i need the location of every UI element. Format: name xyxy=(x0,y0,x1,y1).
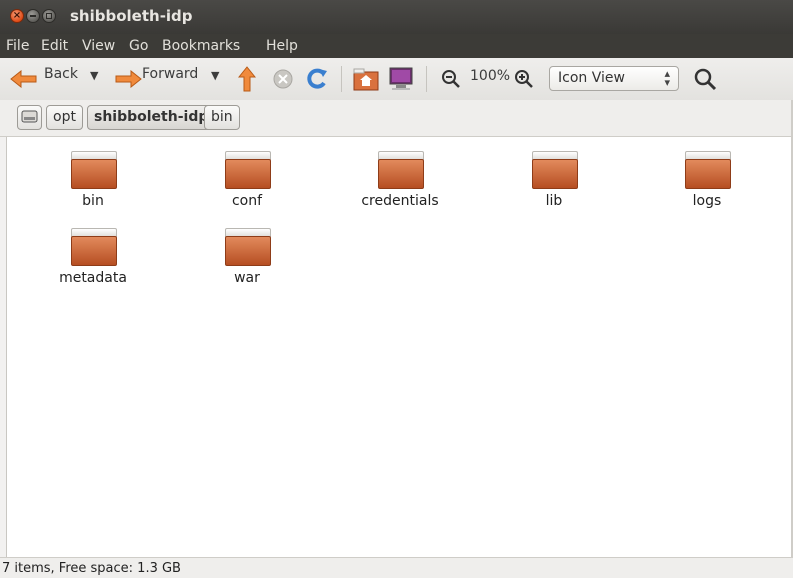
folder-item[interactable]: metadata xyxy=(33,214,153,294)
folder-label: lib xyxy=(545,193,563,209)
window-title: shibboleth-idp xyxy=(70,7,193,25)
folder-item[interactable]: credentials xyxy=(340,137,460,217)
zoom-out-icon[interactable] xyxy=(441,69,461,89)
folder-item[interactable]: logs xyxy=(647,137,767,217)
toolbar: Back ▼ Forward ▼ 100% Icon View ▴ ▾ xyxy=(0,58,793,101)
search-icon[interactable] xyxy=(693,67,717,91)
folder-label: bin xyxy=(82,193,104,209)
back-button-label[interactable]: Back xyxy=(44,66,78,82)
view-mode-value: Icon View xyxy=(558,70,625,86)
drive-root-button[interactable] xyxy=(17,105,42,130)
folder-icon xyxy=(71,151,117,189)
title-bar[interactable]: × shibboleth-idp xyxy=(0,0,793,34)
close-window-button[interactable]: × xyxy=(10,9,24,23)
folder-icon xyxy=(532,151,578,189)
menu-edit[interactable]: Edit xyxy=(41,38,68,54)
drive-icon xyxy=(21,110,38,123)
menu-bookmarks[interactable]: Bookmarks xyxy=(162,38,240,54)
status-text: 7 items, Free space: 1.3 GB xyxy=(2,561,181,576)
stop-icon[interactable] xyxy=(273,69,293,89)
folder-icon xyxy=(378,151,424,189)
folder-view[interactable]: bin conf credentials lib logs metadata w… xyxy=(6,137,793,557)
folder-item[interactable]: bin xyxy=(33,137,153,217)
minimize-window-button[interactable] xyxy=(26,9,40,23)
folder-icon xyxy=(685,151,731,189)
select-arrows-icon: ▴ ▾ xyxy=(664,67,670,89)
up-arrow-icon[interactable] xyxy=(238,66,256,92)
folder-item[interactable]: lib xyxy=(494,137,614,217)
toolbar-separator xyxy=(341,66,342,92)
zoom-level: 100% xyxy=(470,68,511,84)
menu-file[interactable]: File xyxy=(6,38,29,54)
reload-icon[interactable] xyxy=(305,67,329,91)
folder-label: war xyxy=(234,270,260,286)
folder-icon xyxy=(71,228,117,266)
path-bar: opt shibboleth-idp bin xyxy=(0,100,793,137)
zoom-in-icon[interactable] xyxy=(514,69,534,89)
back-history-dropdown-icon[interactable]: ▼ xyxy=(90,69,98,82)
folder-icon xyxy=(225,228,271,266)
forward-arrow-icon[interactable] xyxy=(114,70,142,88)
maximize-window-button[interactable] xyxy=(42,9,56,23)
folder-item[interactable]: conf xyxy=(187,137,307,217)
folder-label: credentials xyxy=(361,193,439,209)
folder-icon xyxy=(225,151,271,189)
back-arrow-icon[interactable] xyxy=(10,70,38,88)
computer-icon[interactable] xyxy=(388,67,414,91)
breadcrumb-shibboleth-idp[interactable]: shibboleth-idp xyxy=(87,105,216,130)
status-bar: 7 items, Free space: 1.3 GB xyxy=(0,557,793,578)
menu-view[interactable]: View xyxy=(82,38,115,54)
breadcrumb-opt[interactable]: opt xyxy=(46,105,83,130)
view-mode-select[interactable]: Icon View ▴ ▾ xyxy=(549,66,679,91)
folder-label: logs xyxy=(692,193,722,209)
forward-button-label[interactable]: Forward xyxy=(142,66,198,82)
folder-item[interactable]: war xyxy=(187,214,307,294)
folder-label: metadata xyxy=(59,270,127,286)
menu-go[interactable]: Go xyxy=(129,38,148,54)
menu-bar: File Edit View Go Bookmarks Help xyxy=(0,34,793,58)
file-manager-window: × shibboleth-idp File Edit View Go Bookm… xyxy=(0,0,793,578)
toolbar-separator xyxy=(426,66,427,92)
folder-label: conf xyxy=(231,193,263,209)
menu-help[interactable]: Help xyxy=(266,38,298,54)
forward-history-dropdown-icon[interactable]: ▼ xyxy=(211,69,219,82)
breadcrumb-bin[interactable]: bin xyxy=(204,105,240,130)
home-folder-icon[interactable] xyxy=(353,67,379,91)
